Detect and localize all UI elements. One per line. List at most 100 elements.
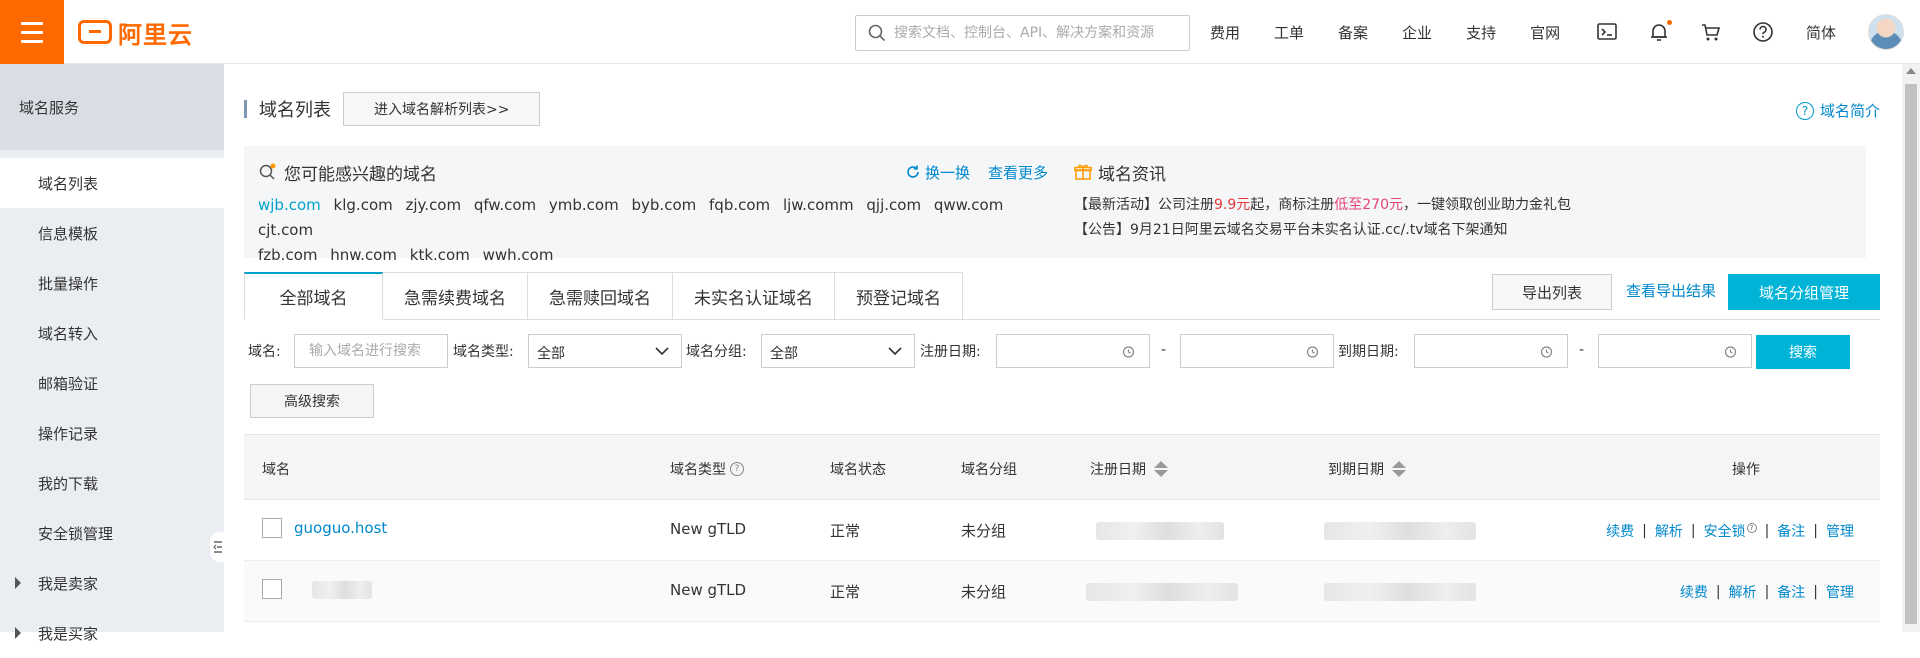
exp-date-end-picker[interactable] xyxy=(1598,334,1752,368)
scroll-up-arrow-icon[interactable] xyxy=(1906,68,1916,74)
terminal-icon[interactable] xyxy=(1596,21,1618,43)
suggested-domain[interactable]: qjj.com xyxy=(866,196,921,214)
sidebar-item-domain-list[interactable]: 域名列表 xyxy=(0,158,224,208)
manage-link[interactable]: 管理 xyxy=(1826,521,1854,541)
news-text: ，一键领取创业助力金礼包 xyxy=(1403,197,1571,213)
menu-icon[interactable] xyxy=(0,0,64,64)
sidebar-item-buyer[interactable]: 我是买家 xyxy=(0,608,224,658)
page-title: 域名列表 xyxy=(259,100,331,121)
domain-group-select[interactable]: 全部 xyxy=(761,334,915,368)
sidebar-item-op-log[interactable]: 操作记录 xyxy=(0,408,224,458)
nav-enterprise[interactable]: 企业 xyxy=(1402,22,1432,43)
view-export-results-link[interactable]: 查看导出结果 xyxy=(1626,280,1716,301)
domain-search-input[interactable] xyxy=(295,335,447,367)
sort-icon xyxy=(1392,461,1406,477)
suggested-domain[interactable]: qww.com xyxy=(934,196,1004,214)
reg-date-redacted xyxy=(1086,583,1238,601)
reg-date-end-picker[interactable] xyxy=(1180,334,1334,368)
sidebar-item-security-lock[interactable]: 安全锁管理 xyxy=(0,508,224,558)
sidebar-item-email-verify[interactable]: 邮箱验证 xyxy=(0,358,224,408)
news-item-activity[interactable]: 【最新活动】公司注册9.9元起，商标注册低至270元，一键领取创业助力金礼包 xyxy=(1074,193,1852,218)
scroll-thumb[interactable] xyxy=(1905,84,1917,624)
suggested-domain[interactable]: klg.com xyxy=(334,196,393,214)
user-avatar[interactable] xyxy=(1868,14,1904,50)
resolve-link[interactable]: 解析 xyxy=(1655,521,1683,541)
suggested-domain[interactable]: fzb.com xyxy=(258,246,317,264)
col-exp-date[interactable]: 到期日期 xyxy=(1328,459,1406,479)
help-circle-icon: ? xyxy=(1746,523,1757,534)
tab-unverified[interactable]: 未实名认证域名 xyxy=(673,272,835,320)
row-checkbox[interactable] xyxy=(262,579,282,599)
sidebar-item-seller[interactable]: 我是卖家 xyxy=(0,558,224,608)
nav-support[interactable]: 支持 xyxy=(1466,22,1496,43)
main-content: 域名列表 进入域名解析列表>> ? 域名简介 您可能感兴趣的域名 换一换 查看更… xyxy=(224,64,1920,632)
help-icon[interactable] xyxy=(1752,21,1774,43)
exp-date-start-picker[interactable] xyxy=(1414,334,1568,368)
suggested-domain[interactable]: cjt.com xyxy=(258,221,313,239)
sidebar-item-label: 安全锁管理 xyxy=(38,524,114,543)
remark-link[interactable]: 备注 xyxy=(1777,582,1805,602)
language-switch[interactable]: 简体 xyxy=(1806,22,1836,43)
caret-right-icon xyxy=(15,577,21,589)
help-circle-icon[interactable]: ? xyxy=(730,462,744,476)
sidebar-item-info-template[interactable]: 信息模板 xyxy=(0,208,224,258)
group-manage-button[interactable]: 域名分组管理 xyxy=(1728,274,1880,310)
search-box[interactable] xyxy=(855,15,1190,51)
domain-link[interactable]: guoguo.host xyxy=(294,519,387,537)
chevron-down-icon xyxy=(888,347,902,356)
search-input[interactable] xyxy=(894,25,1184,41)
tab-all-domains[interactable]: 全部域名 xyxy=(244,272,383,320)
suggested-domain[interactable]: zjy.com xyxy=(406,196,462,214)
suggested-domain[interactable]: ktk.com xyxy=(410,246,470,264)
suggested-domain[interactable]: hnw.com xyxy=(330,246,397,264)
tab-redeem-urgent[interactable]: 急需赎回域名 xyxy=(528,272,673,320)
renew-link[interactable]: 续费 xyxy=(1680,582,1708,602)
suggested-domain[interactable]: wjb.com xyxy=(258,196,321,214)
domain-table: 域名 域名类型? 域名状态 域名分组 注册日期 到期日期 操作 guoguo.h… xyxy=(244,434,1880,622)
sidebar-item-transfer-in[interactable]: 域名转入 xyxy=(0,308,224,358)
suggested-domain[interactable]: qfw.com xyxy=(474,196,536,214)
sidebar-collapse-handle[interactable] xyxy=(210,532,225,562)
suggested-domain[interactable]: wwh.com xyxy=(483,246,554,264)
advanced-search-button[interactable]: 高级搜索 xyxy=(250,384,374,418)
nav-official-site[interactable]: 官网 xyxy=(1530,22,1560,43)
suggested-domain[interactable]: fqb.com xyxy=(709,196,770,214)
tab-preregistered[interactable]: 预登记域名 xyxy=(835,272,963,320)
news-item-announcement[interactable]: 【公告】9月21日阿里云域名交易平台未实名认证.cc/.tv域名下架通知 xyxy=(1074,218,1852,243)
page-scrollbar[interactable] xyxy=(1902,64,1920,632)
reg-date-start-picker[interactable] xyxy=(996,334,1150,368)
security-lock-link[interactable]: 安全锁? xyxy=(1704,521,1757,541)
export-list-button[interactable]: 导出列表 xyxy=(1492,274,1612,310)
view-more-link[interactable]: 查看更多 xyxy=(988,162,1048,183)
enter-dns-list-button[interactable]: 进入域名解析列表>> xyxy=(343,92,541,126)
bell-icon[interactable] xyxy=(1648,20,1672,43)
tab-renew-urgent[interactable]: 急需续费域名 xyxy=(383,272,528,320)
clock-icon xyxy=(1540,346,1553,358)
search-button[interactable]: 搜索 xyxy=(1756,335,1850,369)
remark-link[interactable]: 备注 xyxy=(1777,521,1805,541)
refresh-button[interactable]: 换一换 xyxy=(905,162,970,183)
search-bulb-icon xyxy=(259,163,276,180)
nav-icp[interactable]: 备案 xyxy=(1338,22,1368,43)
nav-tickets[interactable]: 工单 xyxy=(1274,22,1304,43)
manage-link[interactable]: 管理 xyxy=(1826,582,1854,602)
sidebar-item-batch-ops[interactable]: 批量操作 xyxy=(0,258,224,308)
cart-icon[interactable] xyxy=(1700,21,1722,43)
exp-date-label: 到期日期: xyxy=(1338,344,1399,360)
domain-type-select[interactable]: 全部 xyxy=(528,334,682,368)
logo[interactable]: 阿里云 xyxy=(78,16,193,49)
resolve-link[interactable]: 解析 xyxy=(1729,582,1757,602)
row-checkbox[interactable] xyxy=(262,518,282,538)
suggested-domain[interactable]: ljw.comm xyxy=(783,196,854,214)
security-lock-label: 安全锁 xyxy=(1703,524,1746,540)
domain-search-field[interactable] xyxy=(294,334,448,368)
domain-intro-link[interactable]: ? 域名简介 xyxy=(1796,100,1880,121)
suggested-domain[interactable]: byb.com xyxy=(632,196,697,214)
suggested-domain[interactable]: ymb.com xyxy=(549,196,619,214)
renew-link[interactable]: 续费 xyxy=(1606,521,1634,541)
nav-fees[interactable]: 费用 xyxy=(1210,22,1240,43)
news-text: 【最新活动】公司注册 xyxy=(1074,197,1214,213)
sidebar-item-downloads[interactable]: 我的下载 xyxy=(0,458,224,508)
search-icon xyxy=(868,24,886,42)
col-reg-date[interactable]: 注册日期 xyxy=(1090,459,1168,479)
